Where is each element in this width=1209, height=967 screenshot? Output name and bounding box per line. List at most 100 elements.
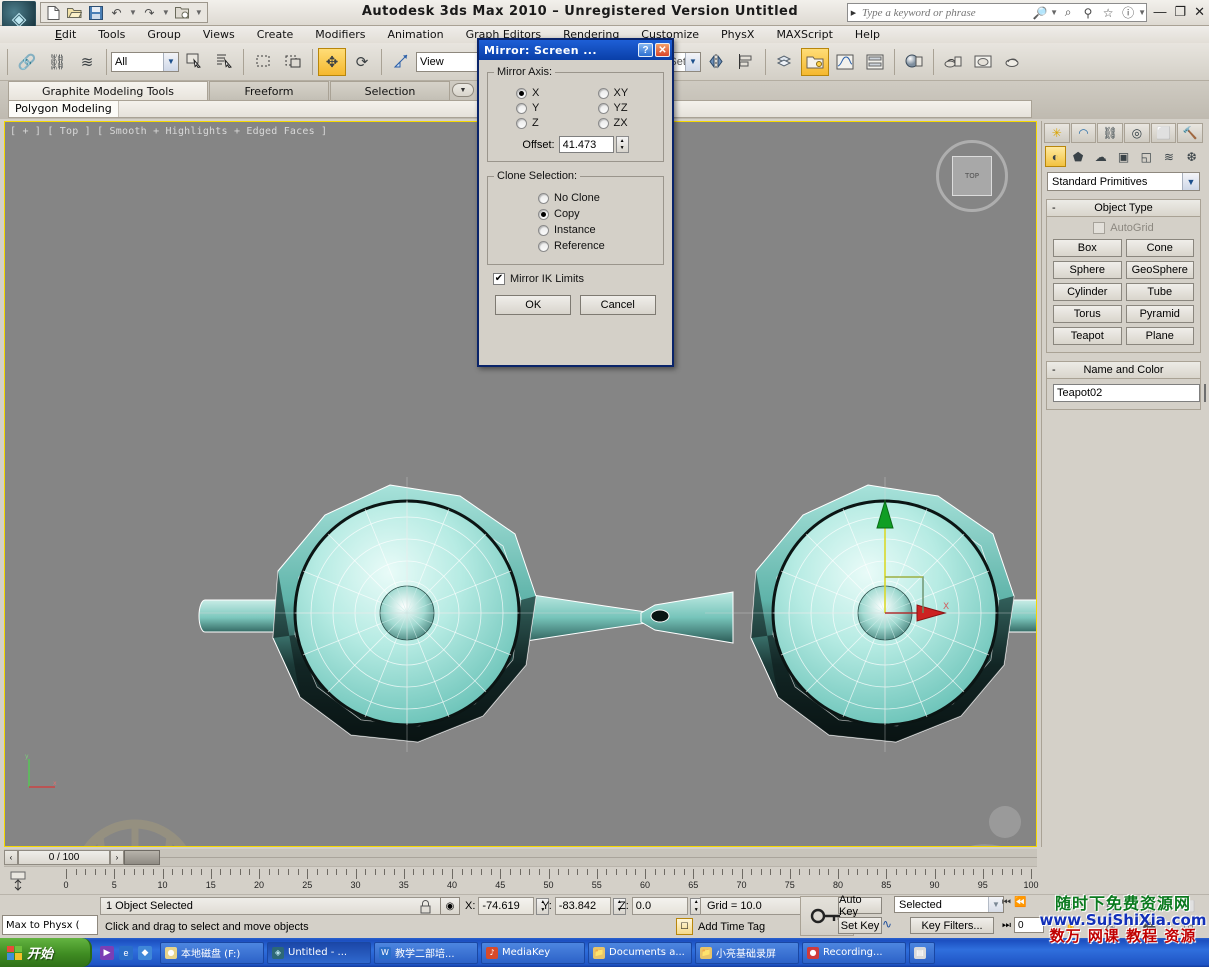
key-filters-button[interactable]: Key Filters... — [910, 917, 994, 934]
radio-instance[interactable]: Instance — [538, 224, 657, 236]
orbit-icon[interactable]: ⟳ — [1091, 917, 1130, 939]
task-recording[interactable]: ● Recording... — [802, 941, 906, 964]
tab-selection[interactable]: Selection — [330, 81, 450, 100]
coord-field-y[interactable]: Y: ▲▼ — [542, 897, 626, 915]
align-icon[interactable] — [732, 48, 760, 76]
rollout-collapse-icon[interactable]: - — [1052, 202, 1056, 214]
mirror-ik-limits-checkbox[interactable]: ✔ — [493, 273, 505, 285]
project-folder-icon[interactable] — [174, 4, 191, 21]
sphere-button[interactable]: Sphere — [1053, 261, 1122, 279]
shapes-icon[interactable]: ⬟ — [1068, 146, 1089, 167]
systems-icon[interactable]: ❆ — [1181, 146, 1202, 167]
time-tag-icon[interactable]: ☐ — [676, 918, 693, 935]
radio-axis-z[interactable]: Z — [494, 117, 576, 129]
object-type-header[interactable]: - Object Type — [1047, 200, 1200, 217]
coord-input-x[interactable] — [478, 897, 535, 915]
render-setup-icon[interactable] — [939, 48, 967, 76]
menu-views[interactable]: Views — [192, 26, 246, 43]
cylinder-button[interactable]: Cylinder — [1053, 283, 1122, 301]
unlink-selection-icon[interactable]: ⛓ — [43, 48, 71, 76]
radio-no-clone[interactable]: No Clone — [538, 192, 657, 204]
spinner-up-icon[interactable]: ▲ — [617, 137, 628, 145]
search-input[interactable] — [859, 5, 1031, 20]
media-player-icon[interactable]: ▶ — [100, 945, 114, 960]
pyramid-button[interactable]: Pyramid — [1125, 305, 1194, 323]
selection-filter-combo[interactable]: All ▼ — [111, 51, 179, 72]
rectangular-selection-region-icon[interactable] — [249, 48, 277, 76]
ie-browser-icon[interactable]: e — [119, 945, 133, 960]
viewcube[interactable]: TOP — [936, 140, 1008, 212]
current-frame-display[interactable]: 0 / 100 — [18, 850, 110, 865]
favorites-star-icon[interactable]: ☆ — [1098, 6, 1118, 20]
redo-icon[interactable]: ↷ — [141, 4, 158, 21]
save-file-icon[interactable] — [87, 4, 104, 21]
schematic-view-icon[interactable] — [861, 48, 889, 76]
plane-button[interactable]: Plane — [1125, 327, 1194, 345]
window-crossing-icon[interactable] — [279, 48, 307, 76]
menu-animation[interactable]: Animation — [377, 26, 455, 43]
offset-input[interactable] — [558, 136, 614, 153]
geometry-icon[interactable]: ◐ — [1045, 146, 1066, 167]
teapot-button[interactable]: Teapot — [1053, 327, 1122, 345]
search-dropdown-icon[interactable]: ▶ — [848, 9, 859, 17]
key-selection-combo[interactable]: Selected ▼ — [894, 896, 1004, 913]
chevron-down-icon[interactable]: ▼ — [163, 52, 178, 71]
zoom-all-icon[interactable]: ⊞ — [1091, 895, 1130, 917]
search-box[interactable]: ▶ 🔎 ▼ ⌕ ⚲ ☆ ⓘ ▼ — [847, 3, 1147, 22]
redo-dropdown-icon[interactable]: ▼ — [162, 8, 170, 17]
rollout-collapse-icon[interactable]: - — [1052, 364, 1056, 376]
task-mediakey[interactable]: ♪ MediaKey — [481, 941, 585, 964]
undo-icon[interactable]: ↶ — [108, 4, 125, 21]
set-key-button[interactable]: Set Key — [838, 917, 882, 934]
frame-ruler[interactable]: 0 5 10 15 20 25 30 35 40 45 50 55 60 65 70 75 80 85 90 95 10… — [63, 869, 1039, 893]
select-and-rotate-icon[interactable]: ⟳ — [348, 48, 376, 76]
radio-reference[interactable]: Reference — [538, 240, 657, 252]
add-time-tag-row[interactable]: ☐ Add Time Tag — [676, 917, 765, 936]
material-editor-icon[interactable] — [900, 48, 928, 76]
bind-to-space-warp-icon[interactable]: ≋ — [73, 48, 101, 76]
new-file-icon[interactable] — [45, 4, 62, 21]
pan-icon[interactable]: ✋ — [1052, 917, 1091, 939]
autogrid-checkbox[interactable] — [1093, 222, 1106, 234]
task-3dsmax[interactable]: ◈ Untitled - ... — [267, 941, 371, 964]
zoom-extents-icon[interactable]: ⬚ — [1130, 895, 1169, 917]
create-tab[interactable]: ✳ — [1044, 123, 1070, 143]
primitive-category-combo[interactable]: Standard Primitives ▼ — [1047, 172, 1200, 191]
time-slider-handle[interactable] — [124, 850, 160, 865]
radio-axis-xy[interactable]: XY — [576, 87, 658, 99]
coord-input-y[interactable] — [554, 897, 611, 915]
tab-freeform[interactable]: Freeform — [209, 81, 329, 100]
coord-input-z[interactable] — [631, 897, 688, 915]
radio-axis-yz[interactable]: YZ — [576, 102, 658, 114]
mirror-dialog[interactable]: Mirror: Screen ... ? ✕ Mirror Axis: X XY — [477, 38, 674, 367]
zoom-icon[interactable]: ⌕ — [1052, 895, 1091, 917]
radio-dot-z[interactable] — [516, 117, 527, 129]
zoom-region-icon[interactable]: ⬜ — [1169, 895, 1208, 917]
tab-graphite-modeling-tools[interactable]: Graphite Modeling Tools — [8, 81, 208, 100]
offset-spinner[interactable]: ▲ ▼ — [615, 136, 629, 153]
lights-icon[interactable]: ☁ — [1090, 146, 1111, 167]
cameras-icon[interactable]: ▣ — [1113, 146, 1134, 167]
binoculars-icon[interactable]: 🔎 — [1030, 6, 1050, 20]
rendered-frame-window-icon[interactable] — [969, 48, 997, 76]
dialog-close-button[interactable]: ✕ — [655, 43, 670, 57]
radio-dot-zx[interactable] — [597, 117, 609, 129]
cone-button[interactable]: Cone — [1125, 239, 1194, 257]
object-name-input[interactable] — [1053, 384, 1200, 402]
task-documents[interactable]: 📁 Documents a... — [588, 941, 692, 964]
close-button[interactable]: ✕ — [1194, 4, 1205, 20]
explorer-icon[interactable]: ◆ — [138, 945, 152, 960]
radio-dot-xy[interactable] — [597, 87, 609, 99]
radio-dot-yz[interactable] — [597, 102, 609, 114]
menu-maxscript[interactable]: MAXScript — [765, 26, 843, 43]
menu-edit[interactable]: EEdit — [44, 26, 87, 43]
radio-copy[interactable]: Copy — [538, 208, 657, 220]
radio-axis-y[interactable]: Y — [494, 102, 576, 114]
chevron-down-icon[interactable]: ▼ — [1182, 173, 1199, 190]
task-document[interactable]: W 教学二部培... — [374, 941, 478, 964]
task-recording-folder[interactable]: 📁 小亮基础录屏 — [695, 941, 799, 964]
radio-dot-reference[interactable] — [538, 240, 549, 252]
radio-dot-copy[interactable] — [538, 208, 549, 220]
spinner-down-icon[interactable]: ▼ — [617, 145, 628, 153]
max-to-physx-field[interactable]: Max to Physx ( — [2, 915, 98, 935]
